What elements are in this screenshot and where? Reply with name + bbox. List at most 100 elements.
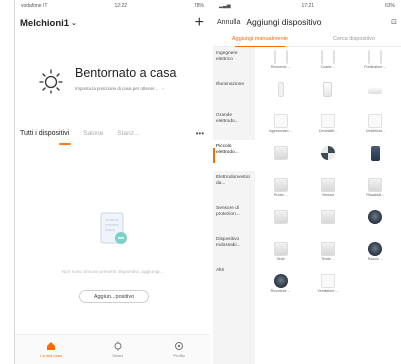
home-header: Melchioni1 ⌄ + [15,12,210,34]
category-item[interactable]: Elettrodomestici da... [213,171,255,202]
room-tabs: Tutti i dispositivi Salone Stanz... ••• [20,129,204,138]
nav-home-label: La mia casa [40,353,62,358]
device-tile[interactable] [352,79,399,111]
device-tile[interactable]: Recuerdo ... [257,47,304,79]
nav-home[interactable]: La mia casa [40,341,62,358]
device-tile[interactable]: Purificatore ... [352,47,399,79]
device-grid: Recuerdo ... Cuarta ... Purificatore ...… [255,47,401,364]
device-image [320,274,335,288]
device-image [273,210,288,224]
device-tile[interactable]: Riscaldat... [352,175,399,207]
add-device-header: Annulla Aggiungi dispositivo ⊡ [213,12,401,32]
device-tile[interactable]: Ventilatore ... [304,271,351,303]
signal-icon: ▂▃▅ [219,3,231,9]
device-image [323,82,333,97]
nav-profile[interactable]: Profilo [173,341,185,358]
cancel-button[interactable]: Annulla [217,19,240,26]
device-tile[interactable] [257,207,304,239]
device-image [370,146,380,161]
tab-stanza[interactable]: Stanz... [117,130,139,137]
device-tile[interactable] [352,207,399,239]
device-tile[interactable] [304,79,351,111]
device-image [320,50,335,64]
device-tile[interactable] [257,79,304,111]
home-name: Melchioni1 [20,17,70,29]
nav-smart[interactable]: Smart [112,341,123,358]
device-image [273,274,288,288]
empty-message: Non sono ancora presenti dispositivi, ag… [61,270,164,275]
category-item[interactable]: Illuminazione [213,78,255,109]
carrier: vodafone IT [21,3,48,9]
active-tab-indicator [59,143,71,145]
device-image [320,242,335,256]
home-icon [47,342,56,350]
device-tile[interactable]: Umidificat... [352,111,399,143]
device-image [277,82,284,97]
device-tile[interactable]: Cuarta ... [304,47,351,79]
device-image [368,178,383,192]
status-bar: vodafone IT 12:22 78% [15,0,210,12]
clock-right: 17:21 [301,3,315,9]
battery-right: 63% [384,3,395,9]
add-icon[interactable]: + [195,15,204,31]
tab-search-device[interactable]: Cerca dispositivo [307,32,401,46]
device-tile[interactable]: Ventola [304,175,351,207]
device-tile[interactable]: Deumidifi... [304,111,351,143]
welcome-title: Bentornato a casa [75,66,177,80]
device-image [320,146,335,160]
device-image [273,50,288,64]
tab-salone[interactable]: Salone [83,130,103,137]
battery: 78% [193,3,204,9]
device-image [368,114,383,128]
smart-icon [114,341,122,351]
device-image [320,210,335,224]
category-item[interactable]: Altri [213,264,255,295]
chevron-right-icon: › [162,86,164,91]
page-title: Aggiungi dispositivo [246,17,322,27]
category-item[interactable]: Grande elettrodo... [213,109,255,140]
device-tile[interactable] [304,143,351,175]
device-image [368,242,383,256]
home-selector[interactable]: Melchioni1 ⌄ [20,18,77,29]
device-image [368,82,383,94]
device-tile[interactable] [257,143,304,175]
device-image [273,114,288,128]
category-sidebar: Ingegnere elettrico Illuminazione Grande… [213,47,255,364]
nav-profile-label: Profilo [173,353,185,358]
category-item[interactable]: Dispositivo Indossabi... [213,233,255,264]
clock: 12:22 [114,3,127,9]
device-image [368,50,383,64]
device-tile[interactable] [304,207,351,239]
nav-smart-label: Smart [112,353,123,358]
tab-add-manually[interactable]: Aggiungi manualmente [213,32,307,47]
device-tile[interactable] [352,143,399,175]
sun-icon [39,69,63,94]
device-tile[interactable]: Tende ... [304,239,351,271]
device-image [368,210,383,224]
device-tile[interactable]: Ruota ... [257,175,304,207]
device-tile[interactable]: Ricevitore ... [257,271,304,303]
add-mode-tabs: Aggiungi manualmente Cerca dispositivo [213,32,401,47]
device-image [320,114,335,128]
device-tile[interactable]: Ingezzonato ... [257,111,304,143]
category-item[interactable]: Sensore di protezion... [213,202,255,233]
welcome-subtitle: Imposta la posizione di casa per ottener… [75,86,159,91]
device-tile [352,271,399,303]
device-image [273,242,288,256]
device-tile[interactable]: Sede [257,239,304,271]
device-image [273,178,288,192]
device-image [273,146,288,160]
device-image [320,178,335,192]
device-tile[interactable]: Rasoio ... [352,239,399,271]
add-device-button[interactable]: Aggiun...positivo [79,290,149,303]
chevron-down-icon: ⌄ [71,20,77,27]
scan-icon[interactable]: ⊡ [391,18,397,26]
category-item[interactable]: Piccolo elettrodo... [213,140,255,171]
profile-icon [175,342,184,350]
bottom-navigation: La mia casa Smart Profilo [15,334,210,364]
welcome-banner[interactable]: Bentornato a casa Imposta la posizione d… [37,66,176,94]
category-item[interactable]: Ingegnere elettrico [213,47,255,78]
tab-all-devices[interactable]: Tutti i dispositivi [20,130,69,137]
add-device-screen: ▂▃▅ 17:21 63% Annulla Aggiungi dispositi… [213,0,401,364]
more-icon[interactable]: ••• [196,129,204,138]
